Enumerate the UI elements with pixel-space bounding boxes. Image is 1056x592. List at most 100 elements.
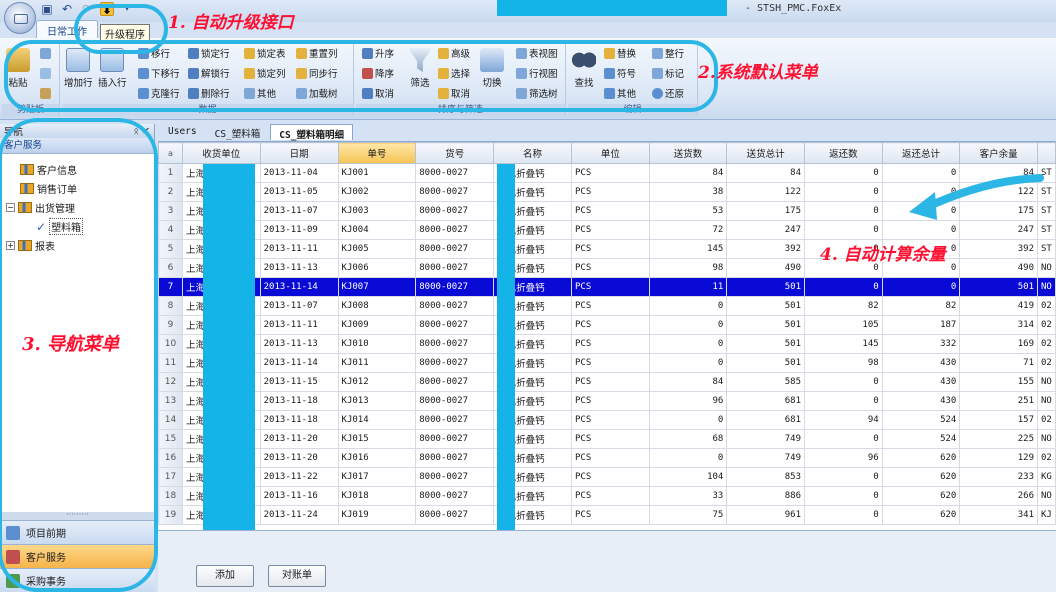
collapse-icon[interactable]: − [6, 203, 15, 212]
cell-send[interactable]: 0 [648, 315, 728, 335]
cell-no[interactable]: KJ005 [337, 239, 417, 259]
cell-uom[interactable]: PCS [570, 467, 650, 487]
sort-asc-button[interactable]: 升序 [362, 46, 394, 60]
cell-x[interactable]: NO [1037, 372, 1056, 392]
replace-button[interactable]: 替换 [604, 46, 636, 60]
cell-no[interactable]: KJ008 [337, 296, 417, 316]
cell-ret-total[interactable]: 524 [881, 410, 961, 430]
upgrade-icon[interactable]: ⬇ [100, 2, 114, 17]
cell-ret[interactable]: 0 [804, 372, 883, 392]
cell-no[interactable]: KJ009 [337, 315, 417, 335]
cell-ret[interactable]: 105 [804, 315, 883, 335]
cell-ret-total[interactable]: 620 [881, 486, 961, 506]
delete-row-button[interactable]: 删除行 [188, 86, 230, 100]
cell-date[interactable]: 2013-11-07 [259, 296, 339, 316]
nav-button-purchase[interactable]: 采购事务 [0, 568, 155, 592]
cell-uom[interactable]: PCS [570, 315, 650, 335]
cell-no[interactable]: KJ013 [337, 391, 417, 411]
cell-uom[interactable]: PCS [570, 220, 650, 240]
cell-ret[interactable]: 82 [804, 296, 883, 316]
cell-send[interactable]: 0 [648, 448, 728, 468]
cell-ret-total[interactable]: 620 [881, 448, 961, 468]
cell-uom[interactable]: PCS [570, 505, 650, 525]
cell-bal[interactable]: 233 [959, 467, 1039, 487]
cell-no[interactable]: KJ007 [337, 277, 417, 297]
filter-tree-button[interactable]: 筛选树 [516, 86, 558, 100]
row-number[interactable]: 3 [158, 201, 183, 221]
cell-ret[interactable]: 0 [804, 220, 883, 240]
copy-button[interactable] [40, 68, 51, 79]
column-header[interactable]: 日期 [259, 142, 339, 164]
cell-send[interactable]: 72 [648, 220, 728, 240]
cell-x[interactable]: 02 [1037, 410, 1056, 430]
cell-code[interactable]: 8000-0027 [415, 220, 495, 240]
unlock-row-button[interactable]: 解锁行 [188, 66, 230, 80]
cell-send[interactable]: 68 [648, 429, 728, 449]
cell-uom[interactable]: PCS [570, 334, 650, 354]
cell-x[interactable]: NO [1037, 277, 1056, 297]
column-header[interactable]: 送货数 [648, 142, 728, 164]
cell-uom[interactable]: PCS [570, 410, 650, 430]
cell-code[interactable]: 8000-0027 [415, 182, 495, 202]
cell-date[interactable]: 2013-11-22 [259, 467, 339, 487]
cell-date[interactable]: 2013-11-15 [259, 372, 339, 392]
cell-send[interactable]: 0 [648, 334, 728, 354]
cell-send-total[interactable]: 961 [726, 505, 805, 525]
cell-code[interactable]: 8000-0027 [415, 505, 495, 525]
cell-no[interactable]: KJ019 [337, 505, 417, 525]
cell-send[interactable]: 84 [648, 372, 728, 392]
cell-send-total[interactable]: 501 [726, 296, 805, 316]
column-header[interactable]: 送货总计 [726, 142, 805, 164]
table-row[interactable]: 13 上海 2013-11-18 KJ013 8000-0027 灰色折叠钙 PCS 96 68… [158, 391, 1056, 411]
find-button[interactable]: 查找 [572, 48, 596, 89]
doc-tab-users[interactable]: Users [160, 124, 205, 140]
cell-ret-total[interactable]: 524 [881, 429, 961, 449]
cell-ret-total[interactable]: 332 [881, 334, 961, 354]
cell-x[interactable]: KG [1037, 467, 1056, 487]
cell-code[interactable]: 8000-0027 [415, 448, 495, 468]
table-row[interactable]: 18 上海 2013-11-16 KJ018 8000-0027 灰色折叠钙 PCS 33 88… [158, 486, 1056, 506]
cell-ret[interactable]: 96 [804, 448, 883, 468]
other-find-button[interactable]: 其他 [604, 86, 636, 100]
cell-uom[interactable]: PCS [570, 277, 650, 297]
cell-bal[interactable]: 419 [959, 296, 1039, 316]
cancel-filter-button[interactable]: 取消 [438, 86, 470, 100]
cell-ret-total[interactable]: 430 [881, 391, 961, 411]
pin-close-icon[interactable]: ᛟ ✕ [133, 126, 150, 137]
cell-send[interactable]: 11 [648, 277, 728, 297]
cell-no[interactable]: KJ003 [337, 201, 417, 221]
cell-send[interactable]: 53 [648, 201, 728, 221]
restore-button[interactable]: 还原 [652, 86, 684, 100]
row-number[interactable]: 15 [158, 429, 183, 449]
table-row[interactable]: 17 上海 2013-11-22 KJ017 8000-0027 灰色折叠钙 PCS 104 8… [158, 467, 1056, 487]
cell-send[interactable]: 104 [648, 467, 728, 487]
cell-bal[interactable]: 266 [959, 486, 1039, 506]
cell-ret[interactable]: 0 [804, 505, 883, 525]
cell-uom[interactable]: PCS [570, 182, 650, 202]
row-number[interactable]: 2 [158, 182, 183, 202]
lock-table-button[interactable]: 锁定表 [244, 46, 286, 60]
cell-code[interactable]: 8000-0027 [415, 201, 495, 221]
cell-x[interactable]: 02 [1037, 353, 1056, 373]
cell-x[interactable]: NO [1037, 429, 1056, 449]
cell-send-total[interactable]: 84 [726, 163, 805, 183]
cell-date[interactable]: 2013-11-18 [259, 391, 339, 411]
row-number[interactable]: 1 [158, 163, 183, 183]
other-rows-button[interactable]: 其他 [244, 86, 276, 100]
sync-row-button[interactable]: 同步行 [296, 66, 338, 80]
tree-item-report[interactable]: + 报表 [0, 236, 154, 255]
cell-uom[interactable]: PCS [570, 163, 650, 183]
cell-send[interactable]: 84 [648, 163, 728, 183]
cell-code[interactable]: 8000-0027 [415, 296, 495, 316]
row-number[interactable]: 18 [158, 486, 183, 506]
cell-date[interactable]: 2013-11-20 [259, 448, 339, 468]
table-row[interactable]: 15 上海 2013-11-20 KJ015 8000-0027 灰色折叠钙 PCS 68 74… [158, 429, 1056, 449]
table-row[interactable]: 8 上海 2013-11-07 KJ008 8000-0027 灰色折叠钙 PCS 0 501 8… [158, 296, 1056, 316]
cell-send-total[interactable]: 501 [726, 334, 805, 354]
cell-send[interactable]: 0 [648, 353, 728, 373]
cell-x[interactable]: 02 [1037, 315, 1056, 335]
cell-send[interactable]: 98 [648, 258, 728, 278]
cell-ret-total[interactable]: 430 [881, 372, 961, 392]
cell-send[interactable]: 33 [648, 486, 728, 506]
tree-item-shipping[interactable]: − 出货管理 [0, 198, 154, 217]
